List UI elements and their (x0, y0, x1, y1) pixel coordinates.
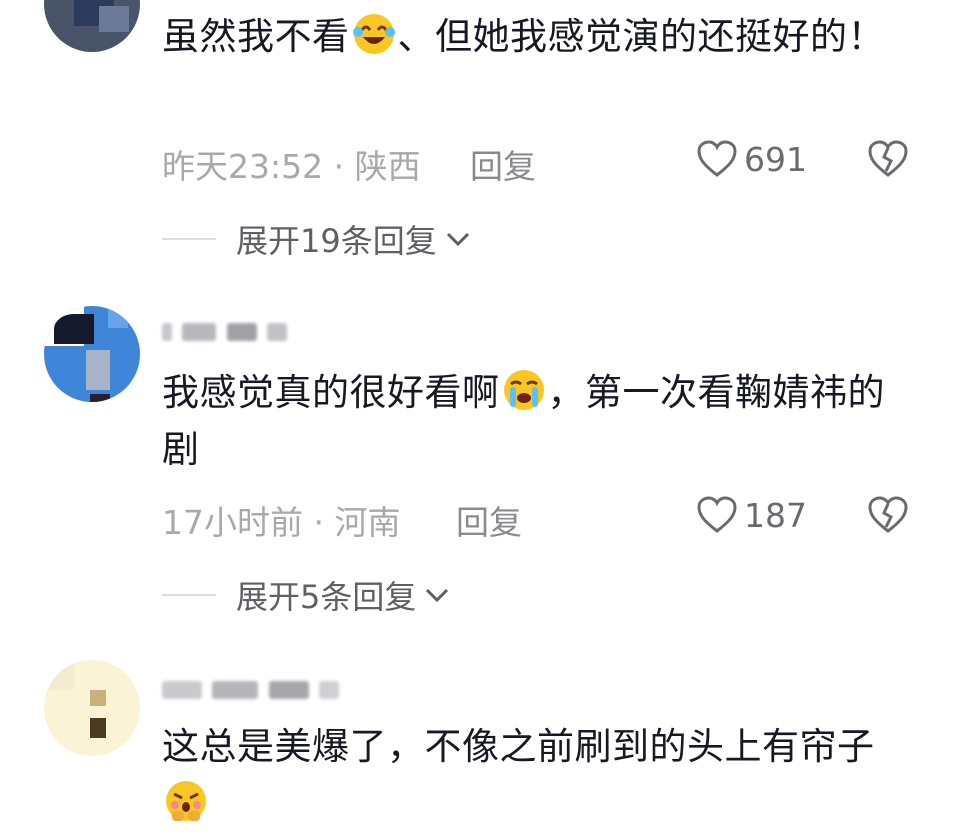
avatar[interactable] (44, 660, 140, 756)
like-count: 691 (744, 139, 807, 179)
comment-text: 虽然我不看 、但她我感觉演的还挺好的！ (162, 8, 902, 65)
like-button[interactable]: 691 (696, 139, 807, 179)
expand-replies[interactable]: 展开19条回复 (162, 216, 471, 262)
heart-icon (697, 496, 737, 533)
username-blurred[interactable] (162, 676, 339, 706)
laughing-emoji-icon (352, 14, 395, 54)
heart-icon (697, 140, 737, 177)
comment-text: 我感觉真的很好看啊 ，第一次看鞠婧祎的剧 (162, 364, 902, 478)
comment-text: 这总是美爆了，不像之前刷到的头上有帘子 (162, 718, 902, 832)
expand-replies[interactable]: 展开5条回复 (162, 572, 450, 618)
chevron-down-icon (446, 232, 469, 247)
username-blurred[interactable] (162, 318, 287, 348)
reply-button[interactable]: 回复 (470, 140, 536, 188)
broken-heart-icon[interactable] (866, 495, 910, 535)
avatar[interactable] (44, 0, 140, 52)
broken-heart-icon[interactable] (866, 139, 910, 179)
like-count: 187 (744, 495, 807, 535)
divider-line (162, 238, 216, 240)
divider-line (162, 594, 216, 596)
comment-time-location: 17小时前 · 河南 (162, 503, 401, 542)
expand-replies-label: 展开19条回复 (236, 222, 437, 260)
comment-time-location: 昨天23:52 · 陕西 (162, 147, 421, 186)
expand-replies-label: 展开5条回复 (236, 578, 417, 616)
shy-emoji-icon (166, 781, 206, 821)
avatar[interactable] (44, 306, 140, 402)
like-button[interactable]: 187 (696, 495, 807, 535)
reply-button[interactable]: 回复 (456, 496, 522, 544)
chevron-down-icon (426, 588, 449, 603)
crying-emoji-icon (503, 370, 544, 410)
